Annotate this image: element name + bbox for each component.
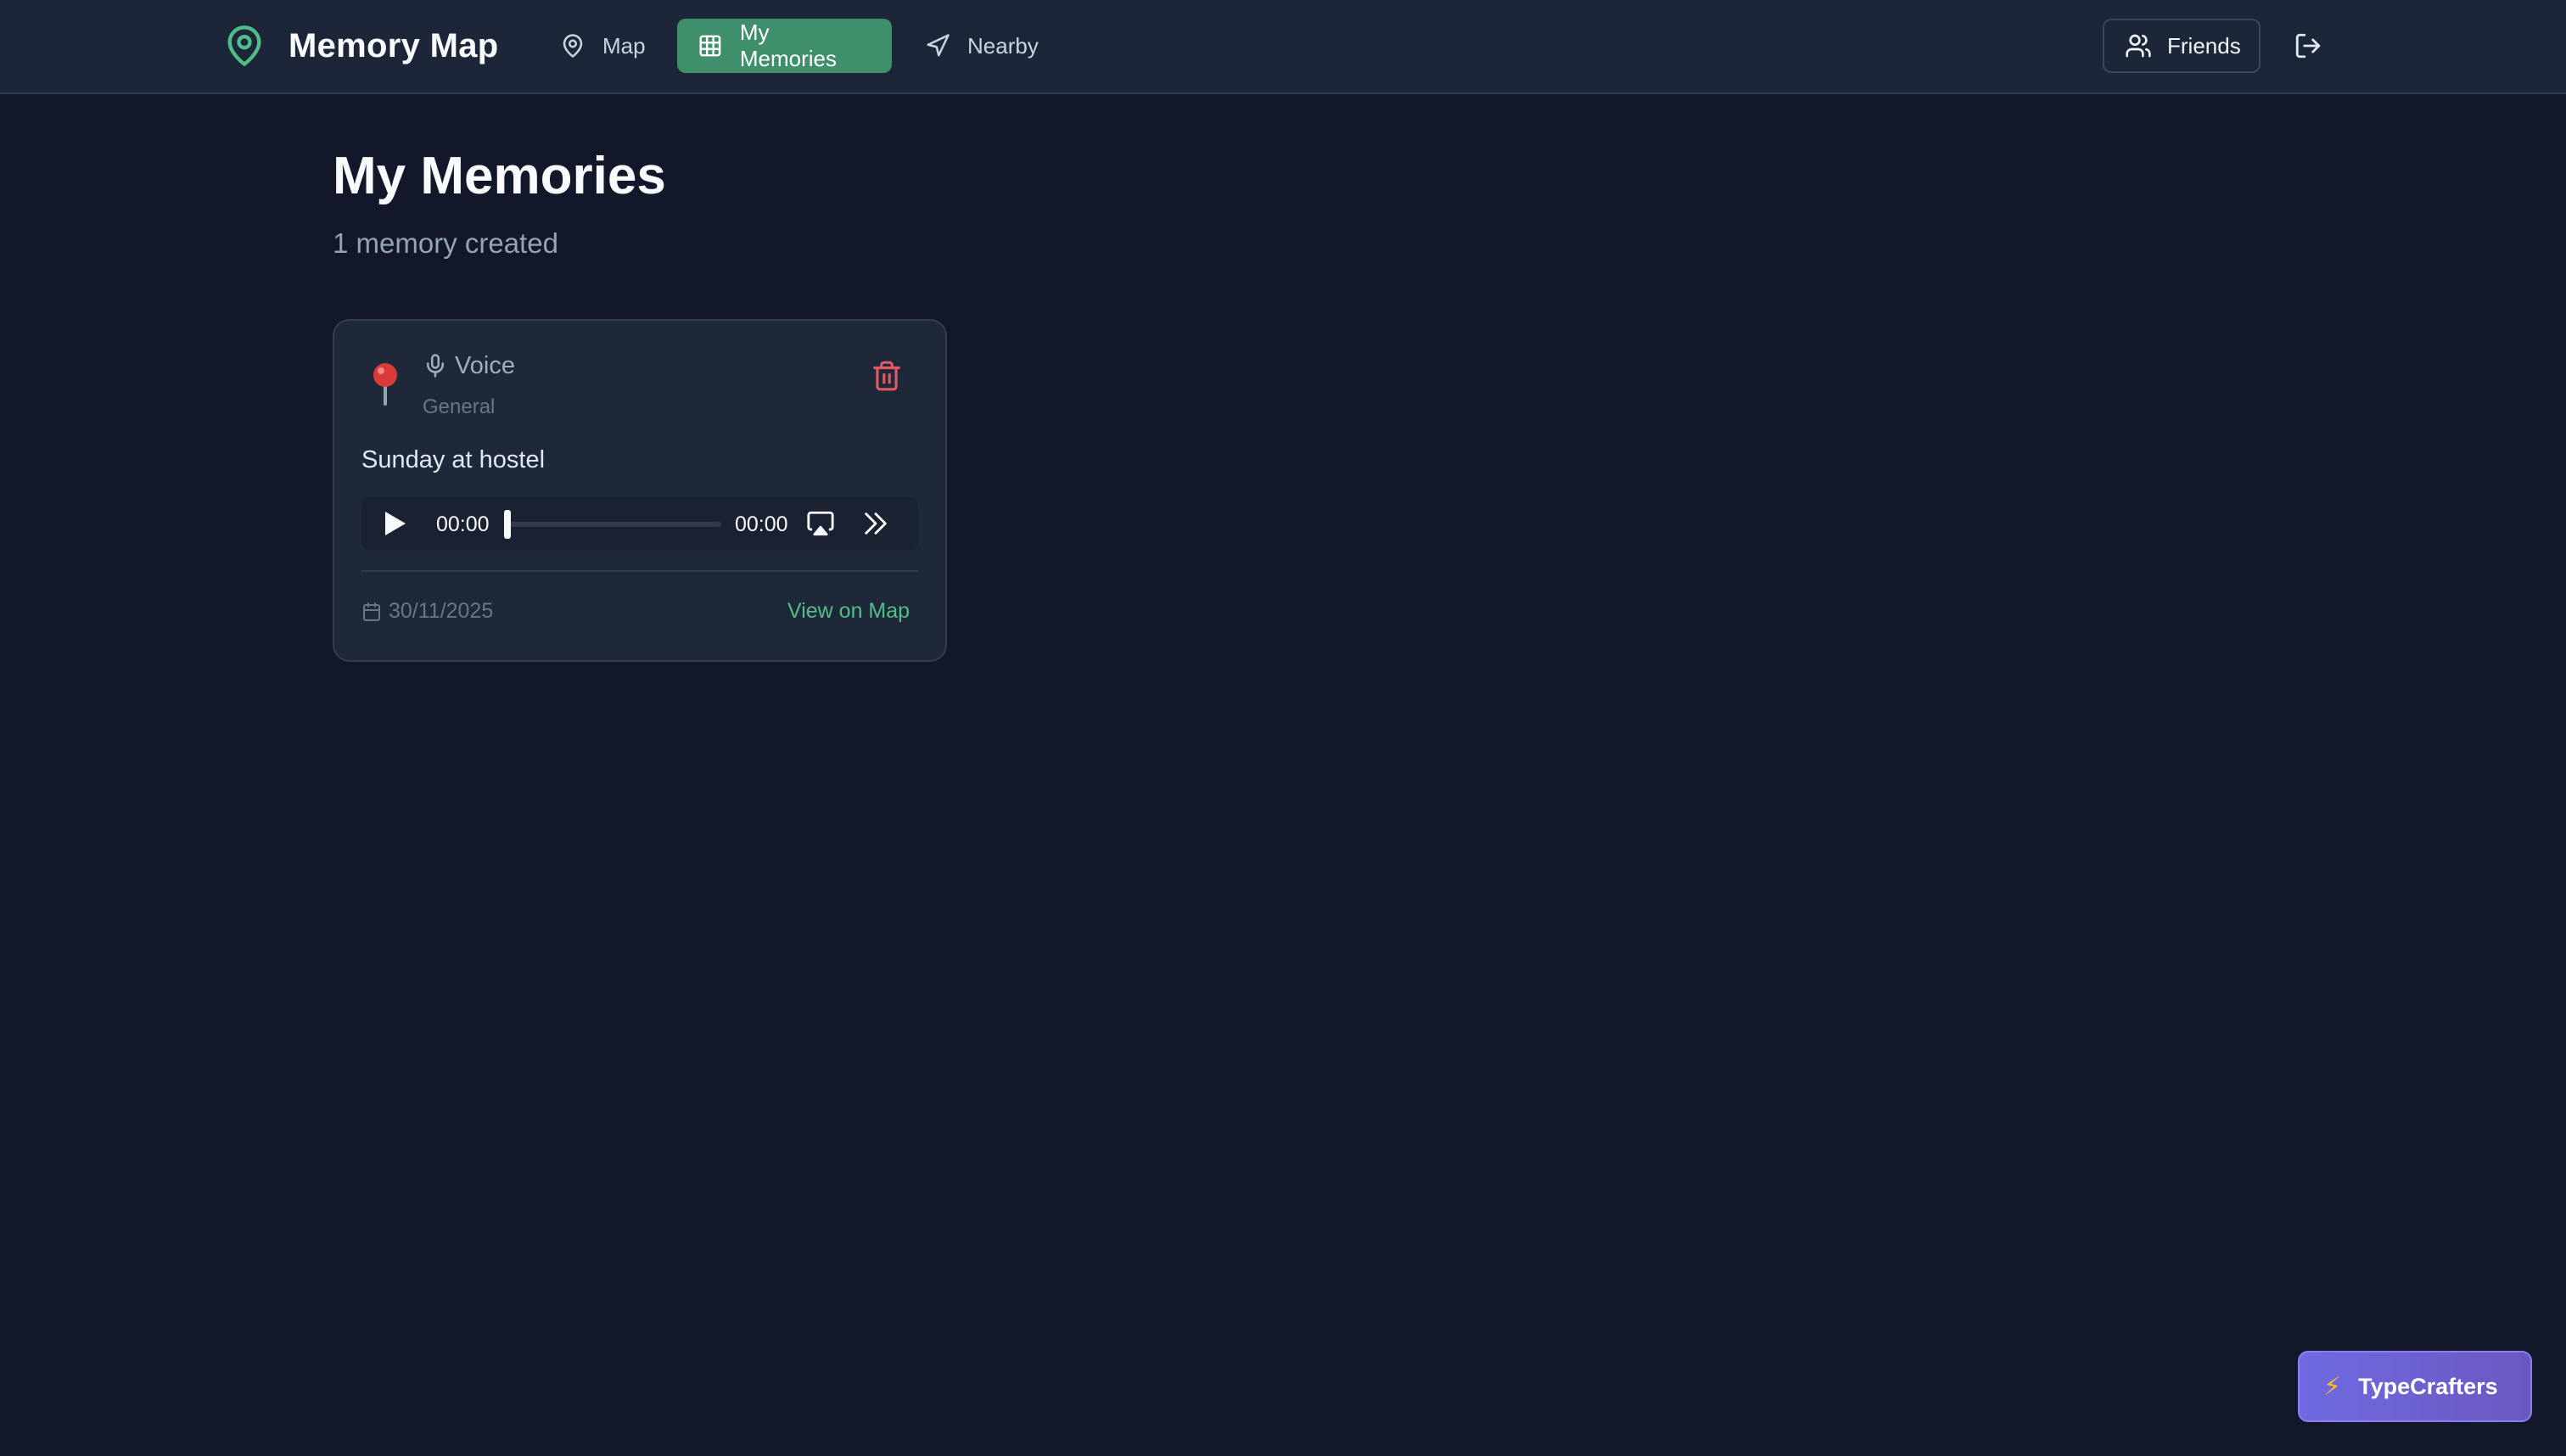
memory-type-label: Voice [455,351,515,379]
airplay-icon[interactable] [806,509,835,538]
nav-item-my-memories[interactable]: My Memories [677,19,892,73]
app-title: Memory Map [289,26,499,64]
nav-item-map[interactable]: Map [540,19,666,73]
grid-icon [699,35,721,57]
nav-item-nearby[interactable]: Nearby [905,19,1059,73]
lightning-icon: ⚡ [2323,1372,2342,1401]
memory-category: General [423,395,496,418]
top-navigation-bar: Memory Map Map My Memories Nearby Friend… [0,0,2566,94]
nav-item-label: My Memories [739,20,837,71]
audio-duration: 00:00 [735,512,788,536]
friends-button[interactable]: Friends [2103,19,2261,73]
memory-card: Voice General Sunday at hostel 00:00 00:… [333,319,947,662]
audio-scrubber-handle[interactable] [504,510,511,539]
memory-date-label: 30/11/2025 [389,599,494,623]
app-brand[interactable]: Memory Map [222,22,499,70]
memory-date: 30/11/2025 [361,599,493,624]
users-icon [2126,34,2151,58]
audio-current-time: 00:00 [436,512,490,536]
map-pin-icon [563,34,583,58]
pushpin-icon [373,363,397,406]
audio-player: 00:00 00:00 [361,497,918,550]
audio-progress-track[interactable] [506,522,721,527]
play-icon[interactable] [384,510,407,537]
fast-forward-icon[interactable] [860,509,891,538]
typecrafters-label: TypeCrafters [2358,1373,2498,1399]
nav-item-label: Map [602,32,646,59]
nav-item-label: Nearby [967,32,1039,59]
navigation-arrow-icon [927,34,950,57]
logout-button[interactable] [2291,29,2325,63]
page-title: My Memories [333,147,666,205]
card-divider [361,570,918,572]
view-on-map-link[interactable]: View on Map [787,599,910,624]
page-subtitle: 1 memory created [333,227,558,259]
map-pin-icon [227,25,261,66]
microphone-icon [427,354,444,378]
memory-text: Sunday at hostel [361,446,546,473]
memory-type: Voice [423,351,515,380]
trash-icon[interactable] [871,360,903,392]
friends-button-label: Friends [2167,32,2241,59]
logout-icon [2295,33,2321,59]
typecrafters-badge[interactable]: ⚡ TypeCrafters [2298,1351,2532,1422]
calendar-icon [363,602,380,621]
